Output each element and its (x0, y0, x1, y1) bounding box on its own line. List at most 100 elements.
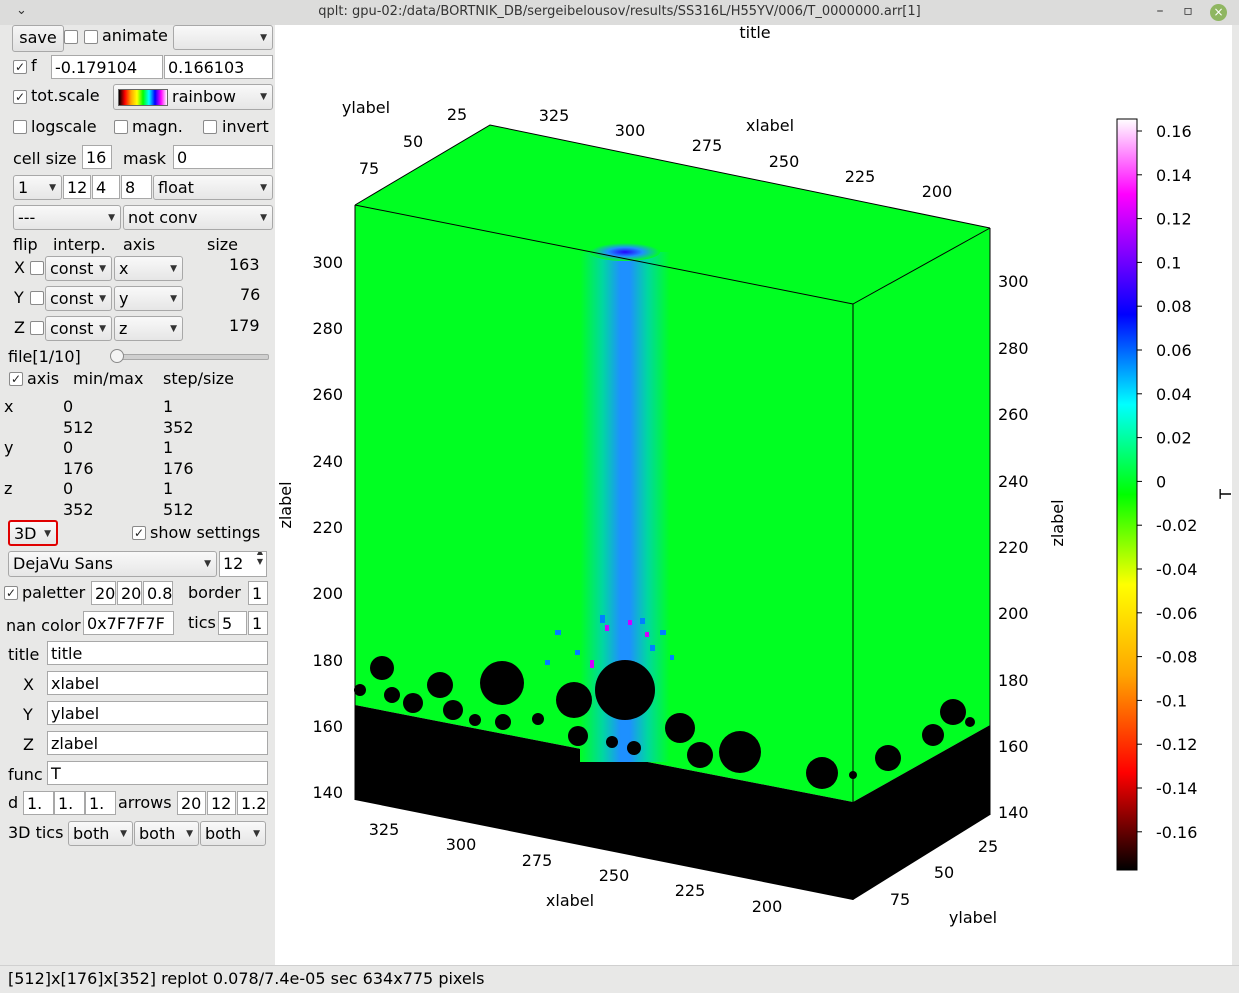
f-label: f (31, 56, 37, 75)
arrows-label: arrows (118, 793, 172, 812)
status-text: [512]x[176]x[352] replot 0.078/7.4e-05 s… (8, 969, 485, 988)
tics-a-input[interactable]: 5 (218, 611, 247, 635)
row-z-axis-select[interactable]: z ▼ (114, 316, 183, 341)
font-select[interactable]: DejaVu Sans ▼ (8, 551, 217, 577)
row-y-interp-select[interactable]: const ▼ (45, 286, 112, 311)
mask-input[interactable]: 0 (173, 145, 273, 169)
row-z-flip-checkbox[interactable] (30, 321, 44, 335)
chevron-down-icon: ▼ (170, 294, 177, 304)
row-z-interp-select[interactable]: const ▼ (45, 316, 112, 341)
maximize-icon[interactable]: ▫ (1179, 3, 1197, 19)
bottom-ylabel: ylabel (949, 908, 997, 927)
right-scrollbar[interactable] (1232, 25, 1239, 965)
magn-checkbox[interactable] (114, 120, 128, 134)
dim-a-input[interactable]: 12 (63, 175, 91, 199)
chevron-down-icon: ▼ (253, 829, 260, 839)
xlabel-input[interactable]: xlabel (47, 671, 268, 695)
row-x-axis-select[interactable]: x ▼ (114, 256, 183, 281)
paletter-b-input[interactable]: 20 (117, 581, 142, 605)
dim-c-input[interactable]: 8 (121, 175, 152, 199)
border-input[interactable]: 1 (248, 581, 268, 605)
animate-select[interactable]: ▼ (173, 25, 273, 50)
f-min-input[interactable]: -0.179104 (51, 55, 163, 79)
range-y-size: 176 (163, 459, 194, 478)
totscale-label: tot.scale (31, 86, 100, 105)
row-x-interp-select[interactable]: const ▼ (45, 256, 112, 281)
file-slider-handle[interactable] (110, 349, 124, 363)
ylabel-label: Y (23, 705, 33, 724)
save-button[interactable]: save (12, 25, 64, 52)
colorbar-tick-label: 0.14 (1156, 166, 1192, 185)
paletter-checkbox[interactable]: ✓ (4, 586, 18, 600)
zlabel-input[interactable]: zlabel (47, 731, 268, 755)
chevron-down-icon: ▼ (120, 829, 127, 839)
top-y-tick-50: 50 (403, 132, 423, 151)
rz-tick-240: 240 (998, 472, 1029, 491)
palette-select[interactable]: rainbow ▼ (113, 84, 273, 110)
chevron-down-icon: ▼ (170, 324, 177, 334)
totscale-checkbox[interactable]: ✓ (13, 90, 27, 104)
range-y-max: 176 (63, 459, 94, 478)
animate-aux-checkbox[interactable] (64, 30, 78, 44)
colorbar-tick-label: -0.04 (1156, 560, 1197, 579)
rz-tick-280: 280 (998, 339, 1029, 358)
row-y-flip-checkbox[interactable] (30, 291, 44, 305)
animate-checkbox[interactable] (84, 30, 98, 44)
ylabel-input[interactable]: ylabel (47, 701, 268, 725)
nancolor-input[interactable]: 0x7F7F7F (83, 611, 174, 635)
row-x-flip-checkbox[interactable] (30, 261, 44, 275)
func-label: func (8, 765, 43, 784)
paletter-c-input[interactable]: 0.8 (143, 581, 173, 605)
top-ylabel: ylabel (342, 98, 390, 117)
rz-tick-220: 220 (998, 538, 1029, 557)
row-z-name: Z (14, 318, 25, 337)
invert-checkbox[interactable] (203, 120, 217, 134)
tics3d-label: 3D tics (8, 823, 64, 842)
title-input[interactable]: title (47, 641, 268, 665)
font-size-input[interactable]: 12 ▲ ▼ (219, 551, 267, 577)
plot-area[interactable]: title ylabel xlabel 25 50 75 325 300 275… (275, 23, 1235, 965)
d-c-input[interactable]: 1. (85, 791, 116, 815)
d-b-input[interactable]: 1. (54, 791, 85, 815)
spin-icon[interactable]: ▲ ▼ (257, 552, 263, 567)
colorbar (1116, 118, 1138, 871)
arrows-a-input[interactable]: 20 (177, 791, 206, 815)
cellsize-input[interactable]: 16 (82, 145, 112, 169)
chevron-down-icon: ▼ (99, 324, 106, 334)
f-max-input[interactable]: 0.166103 (164, 55, 273, 79)
row-y-axis-select[interactable]: y ▼ (114, 286, 183, 311)
range-z-min: 0 (63, 479, 74, 498)
logscale-checkbox[interactable] (13, 120, 27, 134)
view-select[interactable]: 3D ▼ (8, 520, 58, 546)
type-select[interactable]: float ▼ (153, 175, 273, 200)
conv-select[interactable]: not conv ▼ (123, 205, 273, 230)
by-tick-50: 50 (934, 863, 954, 882)
zlabel-label: Z (23, 735, 34, 754)
mode-select[interactable]: --- ▼ (13, 205, 121, 230)
minimize-icon[interactable]: – (1151, 3, 1169, 19)
arrows-b-input[interactable]: 12 (207, 791, 236, 815)
bx-tick-225: 225 (675, 881, 706, 900)
file-slider[interactable] (114, 354, 269, 360)
tics3d-a-select[interactable]: both ▼ (68, 821, 133, 846)
paletter-a-input[interactable]: 20 (91, 581, 116, 605)
tics3d-b-select[interactable]: both ▼ (134, 821, 199, 846)
dim-select[interactable]: 1 ▼ (13, 175, 62, 200)
top-y-tick-25: 25 (447, 105, 467, 124)
range-y-name: y (4, 438, 14, 457)
rz-tick-300: 300 (998, 272, 1029, 291)
rz-tick-200: 200 (998, 604, 1029, 623)
f-checkbox[interactable]: ✓ (13, 60, 27, 74)
tics3d-c-select[interactable]: both ▼ (200, 821, 266, 846)
arrows-c-input[interactable]: 1.2 (237, 791, 268, 815)
title-label: title (8, 645, 40, 664)
axis-checkbox[interactable]: ✓ (9, 372, 23, 386)
tics-b-input[interactable]: 1 (248, 611, 268, 635)
type-value: float (158, 178, 194, 197)
func-input[interactable]: T (47, 761, 268, 785)
show-settings-checkbox[interactable]: ✓ (132, 526, 146, 540)
close-icon[interactable]: × (1210, 4, 1227, 21)
dim-b-input[interactable]: 4 (92, 175, 120, 199)
d-a-input[interactable]: 1. (23, 791, 54, 815)
logscale-label: logscale (31, 117, 97, 136)
